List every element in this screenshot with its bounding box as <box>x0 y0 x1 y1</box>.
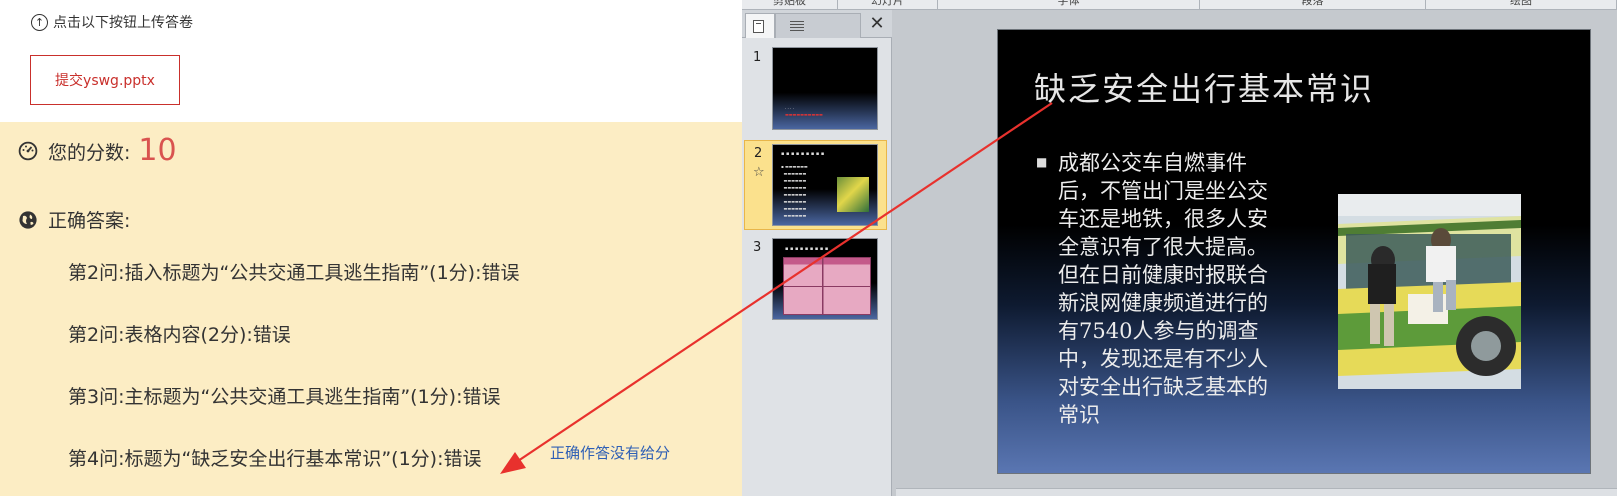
dashboard-icon <box>18 141 38 161</box>
upload-section: ↑ 点击以下按钮上传答卷 提交yswg.pptx <box>0 0 742 122</box>
slide-edit-area[interactable]: 缺乏安全出行基本常识 ■ 成都公交车自燃事件后，不管出门是坐公交车还是地铁，很多… <box>896 10 1617 496</box>
ribbon-group-drawing[interactable]: 绘图 <box>1426 0 1617 10</box>
bus-escape-photo[interactable] <box>1338 194 1521 389</box>
ribbon-group-clipboard[interactable]: 剪贴板 <box>742 0 838 10</box>
upload-circle-icon: ↑ <box>31 13 48 31</box>
ribbon-group-slides[interactable]: 幻灯片 <box>838 0 938 10</box>
close-icon[interactable]: ✕ <box>868 14 886 34</box>
submit-file-button[interactable]: 提交yswg.pptx <box>30 55 180 105</box>
horizontal-scrollbar[interactable] <box>896 488 1617 496</box>
answer-item: 第2问:表格内容(2分):错误 <box>68 324 291 346</box>
pane-tabs: ✕ <box>742 10 892 38</box>
answer-item: 第2问:插入标题为“公共交通工具逃生指南”(1分):错误 <box>68 262 520 284</box>
slide-thumbnail-2[interactable]: 2 ☆ ▪ ▪ ▪ ▪ ▪ ▪ ▪ ▪ ▪ ▪ ▬▬▬▬▬▬ ▬▬▬▬▬▬ ▬▬… <box>744 140 887 230</box>
outline-tab-icon <box>790 21 804 32</box>
slide-3-preview: ▪ ▪ ▪ ▪ ▪ ▪ ▪ ▪ ▪ <box>772 238 878 320</box>
slide-thumbnail-3[interactable]: 3 ▪ ▪ ▪ ▪ ▪ ▪ ▪ ▪ ▪ <box>744 236 887 326</box>
answer-list: 第2问:插入标题为“公共交通工具逃生指南”(1分):错误 第2问:表格内容(2分… <box>68 259 520 496</box>
answer-label: 正确答案: <box>48 210 131 232</box>
globe-icon <box>19 210 37 229</box>
ribbon-group-font[interactable]: 字体 <box>938 0 1200 10</box>
slide-thumbnail-1[interactable]: 1 · · · · ▬▬▬▬▬▬▬▬▬▬ <box>744 44 887 134</box>
slide-2-preview: ▪ ▪ ▪ ▪ ▪ ▪ ▪ ▪ ▪ ▪ ▬▬▬▬▬▬ ▬▬▬▬▬▬ ▬▬▬▬▬▬… <box>772 144 878 226</box>
score-value: 10 <box>138 133 177 168</box>
ribbon-group-labels: 剪贴板 幻灯片 字体 段落 绘图 <box>742 0 1617 10</box>
annotation-note: 正确作答没有给分 <box>550 444 671 462</box>
exam-result-page: ↑ 点击以下按钮上传答卷 提交yswg.pptx 您的分数: 10 正确答案: … <box>0 0 742 496</box>
slide-1-preview: · · · · ▬▬▬▬▬▬▬▬▬▬ <box>772 47 878 130</box>
answer-heading-row: 正确答案: <box>18 206 130 233</box>
answer-item: 第4问:标题为“缺乏安全出行基本常识”(1分):错误 <box>68 448 482 470</box>
slides-tab-icon <box>753 20 764 33</box>
ribbon-group-paragraph[interactable]: 段落 <box>1200 0 1426 10</box>
score-label: 您的分数: <box>48 141 131 164</box>
upload-hint-text: 点击以下按钮上传答卷 <box>53 15 193 31</box>
tab-outline[interactable] <box>775 13 861 38</box>
current-slide[interactable]: 缺乏安全出行基本常识 ■ 成都公交车自燃事件后，不管出门是坐公交车还是地铁，很多… <box>997 29 1591 474</box>
slide-thumbnail-pane: ✕ 1 · · · · ▬▬▬▬▬▬▬▬▬▬ 2 ☆ ▪ ▪ ▪ ▪ ▪ ▪ ▪… <box>742 10 892 496</box>
animation-star-icon: ☆ <box>753 165 765 180</box>
slide-number: 2 <box>754 146 763 161</box>
result-section: 您的分数: 10 正确答案: 第2问:插入标题为“公共交通工具逃生指南”(1分)… <box>0 122 742 496</box>
slide-body-text[interactable]: 成都公交车自燃事件后，不管出门是坐公交车还是地铁，很多人安全意识有了很大提高。但… <box>1058 149 1288 429</box>
score-row: 您的分数: 10 <box>18 136 177 166</box>
tab-slides[interactable] <box>745 13 775 38</box>
powerpoint-window: 剪贴板 幻灯片 字体 段落 绘图 ✕ 1 · · · · ▬▬▬▬▬▬▬▬▬▬ … <box>742 0 1617 496</box>
upload-hint: ↑ 点击以下按钮上传答卷 <box>31 12 193 32</box>
slide-number: 1 <box>753 50 762 65</box>
slide-title[interactable]: 缺乏安全出行基本常识 <box>1034 64 1374 110</box>
answer-item: 第3问:主标题为“公共交通工具逃生指南”(1分):错误 <box>68 386 501 408</box>
slide-number: 3 <box>753 240 762 255</box>
bullet-marker: ■ <box>1036 155 1048 169</box>
